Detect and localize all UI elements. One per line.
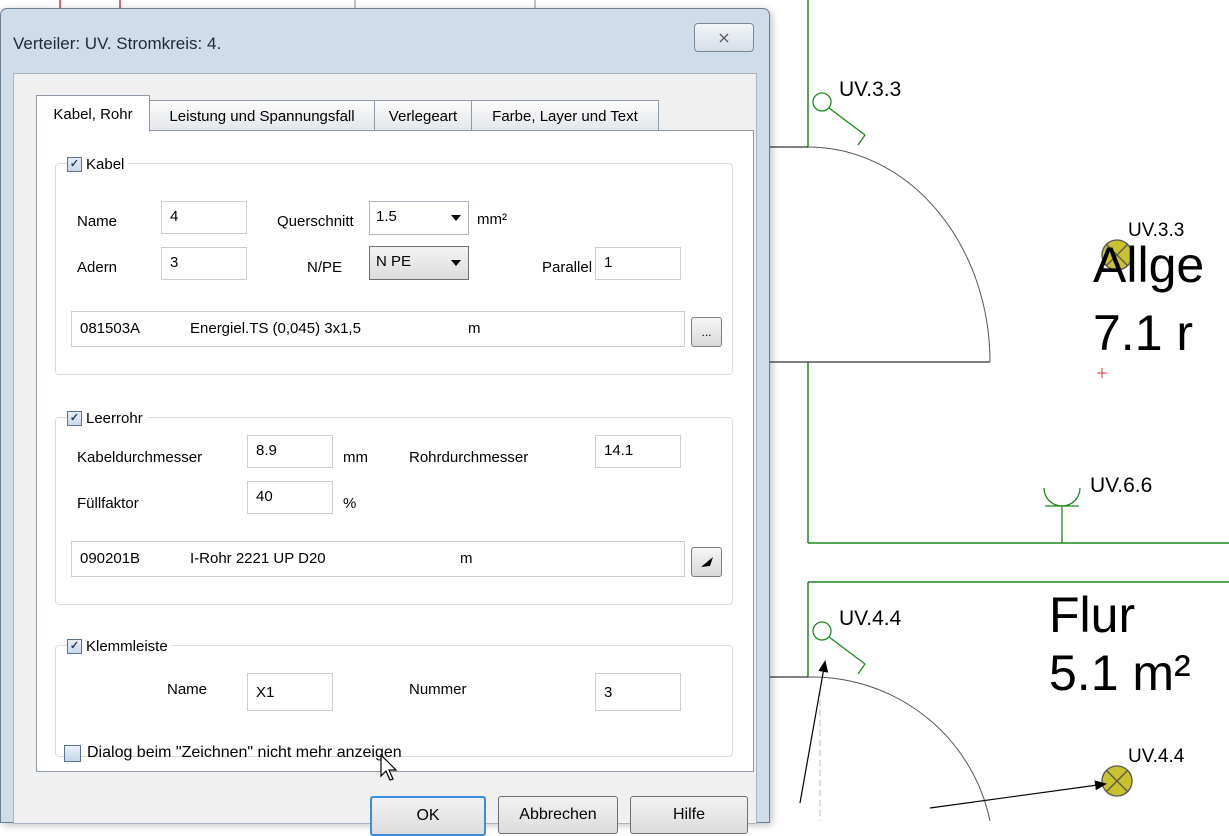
dont-show-label: Dialog beim "Zeichnen" nicht mehr anzeig… [87, 744, 402, 761]
group-klemmleiste-header[interactable]: ✓ Klemmleiste [67, 635, 172, 657]
kabel-name-input[interactable]: 4 [161, 201, 247, 234]
querschnitt-label: Querschnitt [277, 213, 354, 230]
door-swing-arc [807, 676, 991, 821]
red-cross-marker [1097, 368, 1107, 378]
lamp-symbol[interactable] [1101, 765, 1133, 797]
parallel-input[interactable]: 1 [595, 247, 681, 280]
nummer-label: Nummer [409, 681, 467, 698]
klemmleiste-checkbox-label: Klemmleiste [86, 637, 168, 655]
tab-kabel-rohr[interactable]: Kabel, Rohr [36, 95, 150, 132]
kabeldurchmesser-unit: mm [343, 449, 368, 466]
kabeldurchmesser-label: Kabeldurchmesser [77, 449, 203, 466]
klemmleiste-name-input[interactable]: X1 [247, 673, 333, 711]
room-name-flur: Flur [1049, 587, 1136, 643]
kabel-browse-button[interactable]: ... [691, 317, 722, 347]
leerrohr-browse-button[interactable] [691, 547, 722, 577]
rohrdurchmesser-label: Rohrdurchmesser [409, 449, 529, 466]
kabel-checkbox[interactable]: ✓ [67, 156, 82, 172]
room-name-allge: Allge [1093, 237, 1205, 293]
annotation-arrow [929, 780, 1107, 809]
leerrohr-article-field[interactable]: 090201B I-Rohr 2221 UP D20 m [71, 541, 685, 577]
leerrohr-article-code: 090201B [80, 550, 141, 567]
tab-leistung-spannungsfall[interactable]: Leistung und Spannungsfall [149, 100, 375, 131]
close-icon: ⨯ [717, 29, 731, 47]
kabel-article-code: 081503A [80, 320, 141, 337]
parallel-label: Parallel [542, 259, 593, 276]
dialog-client-area: Kabel, Rohr Leistung und Spannungsfall V… [13, 73, 757, 836]
chevron-down-icon [451, 215, 461, 221]
group-kabel-header[interactable]: ✓ Kabel [67, 153, 129, 175]
group-leerrohr-header[interactable]: ✓ Leerrohr [67, 407, 147, 429]
adern-label: Adern [77, 259, 118, 276]
kabel-article-unit: m [468, 320, 481, 337]
tab-farbe-layer-text[interactable]: Farbe, Layer und Text [471, 100, 659, 131]
cad-label-uv44: UV.4.4 [839, 607, 902, 630]
cancel-button[interactable]: Abbrechen [498, 796, 618, 834]
ok-button[interactable]: OK [370, 796, 486, 836]
fuellfaktor-label: Füllfaktor [77, 495, 139, 512]
room-area-allge: 7.1 r [1093, 305, 1194, 361]
cad-label-uv66: UV.6.6 [1090, 474, 1153, 497]
npe-select[interactable]: N PE [369, 246, 469, 280]
klemmleiste-name-label: Name [167, 681, 208, 698]
kabeldurchmesser-input[interactable]: 8.9 [247, 435, 333, 468]
door-swing-arc [807, 146, 991, 363]
chevron-down-icon [451, 260, 461, 266]
room-area-flur: 5.1 m² [1049, 645, 1191, 701]
stromkreis-dialog: Verteiler: UV. Stromkreis: 4. ⨯ Kabel, R… [0, 8, 770, 836]
dont-show-checkbox[interactable] [64, 744, 81, 762]
klemmleiste-checkbox[interactable]: ✓ [67, 638, 82, 654]
npe-value: N PE [376, 253, 412, 270]
tab-panel-kabel-rohr: ✓ Kabel Name 4 Querschnitt 1.5 mm² Adern… [36, 130, 754, 772]
leerrohr-checkbox-label: Leerrohr [86, 409, 143, 427]
leerrohr-article-desc: I-Rohr 2221 UP D20 [190, 550, 326, 567]
cad-label-uv44-lamp: UV.4.4 [1128, 746, 1185, 767]
help-button[interactable]: Hilfe [630, 796, 748, 834]
dialog-title: Verteiler: UV. Stromkreis: 4. [13, 34, 222, 53]
kabel-name-label: Name [77, 213, 118, 230]
kabel-article-field[interactable]: 081503A Energiel.TS (0,045) 3x1,5 m [71, 311, 685, 347]
querschnitt-unit: mm² [477, 211, 507, 228]
kabel-checkbox-label: Kabel [86, 155, 125, 173]
querschnitt-select[interactable]: 1.5 [369, 201, 469, 235]
mouse-cursor-icon [380, 754, 398, 781]
arrow-icon [700, 557, 713, 567]
leerrohr-article-unit: m [460, 550, 473, 567]
socket-symbol[interactable] [1043, 487, 1081, 543]
dont-show-option[interactable]: Dialog beim "Zeichnen" nicht mehr anzeig… [64, 744, 402, 762]
querschnitt-value: 1.5 [376, 208, 397, 225]
annotation-arrow [799, 660, 829, 804]
rohrdurchmesser-input[interactable]: 14.1 [595, 435, 681, 468]
adern-input[interactable]: 3 [161, 247, 247, 280]
leerrohr-checkbox[interactable]: ✓ [67, 410, 82, 426]
fuellfaktor-unit: % [343, 495, 357, 512]
close-button[interactable]: ⨯ [694, 23, 754, 52]
cad-label-uv33: UV.3.3 [839, 78, 902, 101]
kabel-article-desc: Energiel.TS (0,045) 3x1,5 [190, 320, 361, 337]
fuellfaktor-input[interactable]: 40 [247, 481, 333, 514]
tab-verlegeart[interactable]: Verlegeart [374, 100, 472, 131]
npe-label: N/PE [307, 259, 343, 276]
nummer-input[interactable]: 3 [595, 673, 681, 711]
